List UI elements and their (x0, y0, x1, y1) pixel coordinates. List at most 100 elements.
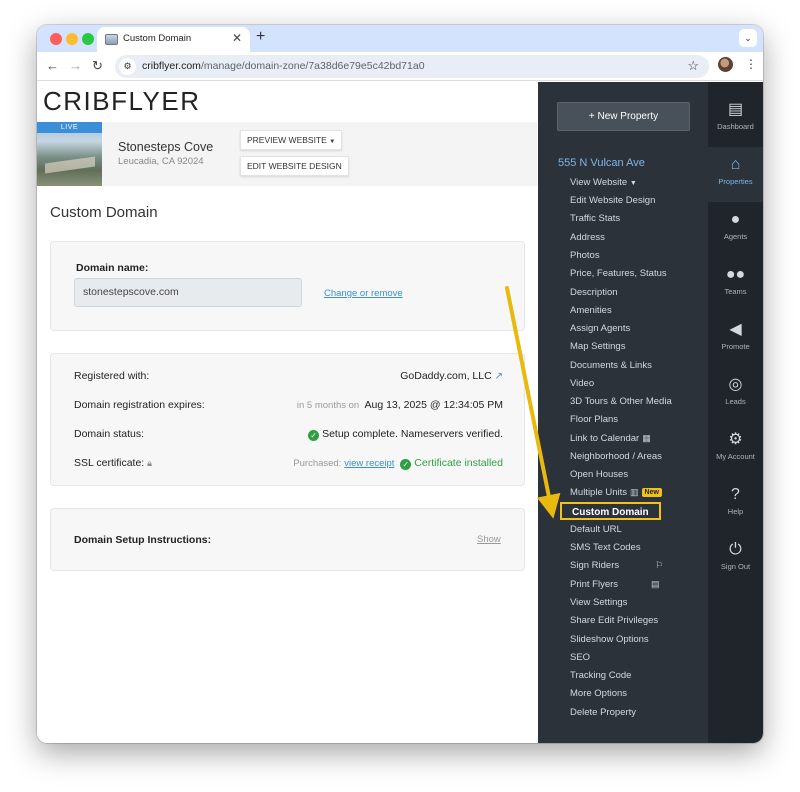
sidebar-item-description[interactable]: Description (570, 287, 618, 298)
external-link-icon[interactable]: ↗ (495, 371, 503, 382)
nav-my-account[interactable]: ⚙ My Account (708, 422, 763, 477)
forward-icon[interactable]: → (69, 58, 82, 73)
sidebar-item-photos[interactable]: Photos (570, 250, 600, 261)
setup-instructions-panel: Domain Setup Instructions: Show (50, 508, 525, 571)
agent-icon: ● (730, 211, 741, 228)
sidebar-item-assign-agents[interactable]: Assign Agents (570, 323, 630, 334)
calendar-icon: ▦ (642, 433, 651, 443)
sidebar-item-share-edit-privileges[interactable]: Share Edit Privileges (570, 615, 658, 626)
sidebar-item-view-settings[interactable]: View Settings (570, 597, 627, 608)
property-name: Stonesteps Cove (118, 140, 214, 154)
sidebar-item-multiple-units[interactable]: Multiple Units ▥ New (570, 487, 662, 498)
favicon-icon (105, 34, 118, 45)
new-badge: New (641, 488, 662, 497)
address-bar[interactable]: ⚙ cribflyer.com/manage/domain-zone/7a38d… (115, 55, 709, 78)
sidebar-property-title[interactable]: 555 N Vulcan Ave (558, 157, 645, 169)
sidebar-item-floor-plans[interactable]: Floor Plans (570, 414, 618, 425)
sidebar-item-link-to-calendar[interactable]: Link to Calendar ▦ (570, 433, 651, 444)
maximize-window-button[interactable] (82, 33, 94, 45)
sidebar-item-print-flyers[interactable]: Print Flyers ▤ (570, 579, 660, 590)
lock-icon: 🔒︎ (147, 458, 152, 468)
check-circle-icon: ✓ (308, 430, 320, 441)
document-icon: ▤ (651, 579, 660, 589)
tab-search-icon[interactable]: ⌄ (739, 29, 757, 47)
expires-label: Domain registration expires: (74, 399, 205, 411)
view-receipt-link[interactable]: view receipt (344, 458, 394, 469)
nav-dashboard[interactable]: ▤ Dashboard (708, 92, 763, 147)
nav-agents[interactable]: ● Agents (708, 202, 763, 257)
sidebar-item-open-houses[interactable]: Open Houses (570, 469, 628, 480)
property-thumbnail[interactable]: LIVE (37, 122, 102, 186)
show-instructions-link[interactable]: Show (477, 534, 501, 545)
sidebar-item-address[interactable]: Address (570, 232, 605, 243)
bookmark-star-icon[interactable]: ☆ (687, 58, 699, 74)
target-icon: ◎ (728, 376, 743, 393)
building-icon: ▥ (630, 487, 639, 497)
domain-name-panel: Domain name: stonestepscove.com Change o… (50, 241, 525, 331)
sidebar-item-amenities[interactable]: Amenities (570, 305, 612, 316)
new-tab-icon[interactable]: + (256, 28, 265, 46)
nav-teams[interactable]: ●● Teams (708, 257, 763, 312)
preview-website-button[interactable]: PREVIEW WEBSITE ▼ (240, 130, 343, 150)
live-badge: LIVE (37, 122, 102, 133)
ssl-row: SSL certificate: 🔒︎ Purchased: view rece… (74, 457, 503, 473)
domain-details-panel: Registered with: GoDaddy.com, LLC ↗ Doma… (50, 353, 525, 486)
sidebar-item-more-options[interactable]: More Options (570, 688, 627, 699)
browser-toolbar: ← → ↻ ⚙ cribflyer.com/manage/domain-zone… (37, 52, 763, 81)
sidebar-item-sms-text-codes[interactable]: SMS Text Codes (570, 542, 641, 553)
browser-tab[interactable]: Custom Domain ✕ (97, 27, 250, 52)
sidebar-item-custom-domain[interactable]: Custom Domain (560, 502, 661, 520)
sidebar-item-3d-tours[interactable]: 3D Tours & Other Media (570, 396, 672, 407)
domain-status-label: Domain status: (74, 428, 145, 440)
sidebar-item-traffic-stats[interactable]: Traffic Stats (570, 213, 620, 224)
dashboard-icon: ▤ (727, 101, 744, 118)
nav-properties[interactable]: ⌂ Properties (708, 147, 763, 202)
sidebar-item-slideshow-options[interactable]: Slideshow Options (570, 634, 649, 645)
sidebar-item-view-website[interactable]: View Website ▼ (570, 177, 637, 188)
close-window-button[interactable] (50, 33, 62, 45)
edit-website-design-button[interactable]: EDIT WEBSITE DESIGN (240, 156, 349, 176)
nav-leads[interactable]: ◎ Leads (708, 367, 763, 422)
page-title: Custom Domain (50, 204, 158, 221)
page-content: CRIBFLYER LIVE Stonesteps Cove Leucadia,… (37, 82, 763, 743)
back-icon[interactable]: ← (46, 58, 59, 73)
nav-sign-out[interactable]: ⏻ Sign Out (708, 532, 763, 587)
power-icon: ⏻ (729, 541, 742, 558)
new-property-button[interactable]: + New Property (557, 102, 690, 131)
megaphone-icon: ◀ (729, 321, 742, 338)
sidebar-item-seo[interactable]: SEO (570, 652, 590, 663)
change-or-remove-link[interactable]: Change or remove (324, 288, 403, 299)
sidebar-item-video[interactable]: Video (570, 378, 594, 389)
gear-icon: ⚙ (728, 431, 743, 448)
property-location: Leucadia, CA 92024 (118, 156, 204, 167)
browser-menu-icon[interactable]: ⋮ (745, 57, 757, 71)
nav-help[interactable]: ? Help (708, 477, 763, 532)
ssl-value: Purchased: view receipt ✓ Certificate ins… (293, 457, 503, 470)
reload-icon[interactable]: ↻ (92, 58, 103, 74)
nav-promote[interactable]: ◀ Promote (708, 312, 763, 367)
domain-name-label: Domain name: (76, 262, 149, 274)
sidebar-item-tracking-code[interactable]: Tracking Code (570, 670, 631, 681)
caret-down-icon: ▼ (329, 139, 336, 145)
sidebar-item-edit-website-design[interactable]: Edit Website Design (570, 195, 655, 206)
minimize-window-button[interactable] (66, 33, 78, 45)
expires-value: in 5 months on Aug 13, 2025 @ 12:34:05 P… (296, 399, 503, 411)
sidebar-item-default-url[interactable]: Default URL (570, 524, 622, 535)
registered-with-label: Registered with: (74, 370, 150, 382)
registered-with-row: Registered with: GoDaddy.com, LLC ↗ (74, 370, 503, 386)
close-tab-icon[interactable]: ✕ (232, 31, 242, 45)
site-info-icon[interactable]: ⚙ (119, 58, 136, 75)
cribflyer-logo[interactable]: CRIBFLYER (43, 86, 201, 117)
sidebar-item-neighborhood-areas[interactable]: Neighborhood / Areas (570, 451, 662, 462)
domain-name-field[interactable]: stonestepscove.com (74, 278, 302, 307)
sidebar-item-map-settings[interactable]: Map Settings (570, 341, 625, 352)
sign-rider-icon: ⚐ (655, 560, 664, 570)
sidebar-item-delete-property[interactable]: Delete Property (570, 707, 636, 718)
tab-title: Custom Domain (123, 33, 192, 44)
check-circle-icon: ✓ (400, 459, 412, 470)
sidebar-item-sign-riders[interactable]: Sign Riders ⚐ (570, 560, 663, 571)
sidebar-item-price-features-status[interactable]: Price, Features, Status (570, 268, 667, 279)
profile-avatar[interactable] (718, 57, 733, 72)
expires-row: Domain registration expires: in 5 months… (74, 399, 503, 415)
sidebar-item-documents-links[interactable]: Documents & Links (570, 360, 652, 371)
